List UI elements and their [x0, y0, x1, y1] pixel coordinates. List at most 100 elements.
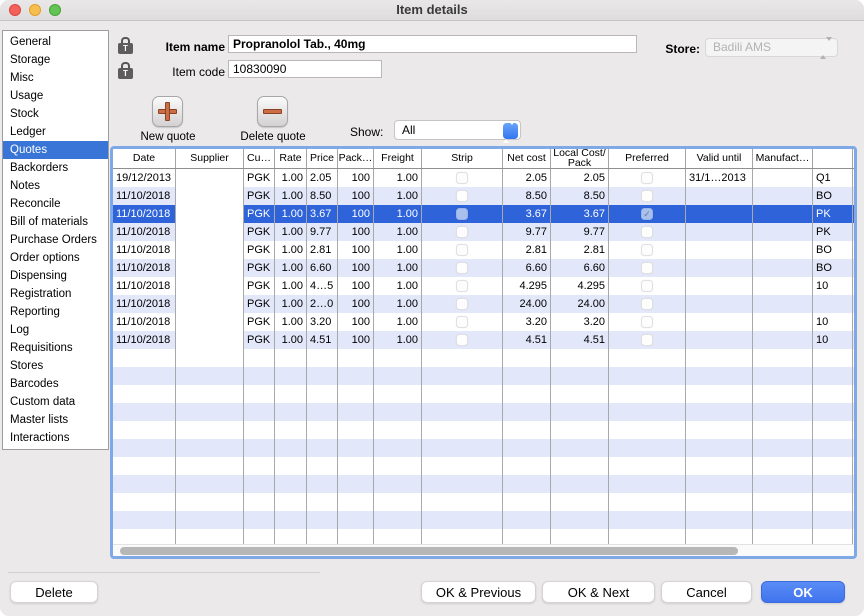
ok-previous-button[interactable]: OK & Previous — [421, 581, 536, 603]
table-row-empty[interactable] — [113, 529, 854, 544]
column-header-date[interactable]: Date — [113, 149, 176, 168]
sidebar-item-usage[interactable]: Usage — [3, 87, 108, 105]
preferred-checkbox[interactable] — [641, 190, 653, 202]
column-header-rate[interactable]: Rate — [275, 149, 307, 168]
sidebar-item-notes[interactable]: Notes — [3, 177, 108, 195]
table-row-empty[interactable] — [113, 457, 854, 475]
sidebar-item-quotes[interactable]: Quotes — [3, 141, 108, 159]
table-row[interactable]: 11/10/2018PGK1.004.511001.004.514.5110 — [113, 331, 854, 349]
preferred-checkbox[interactable] — [641, 298, 653, 310]
zoom-window-button[interactable] — [49, 4, 61, 16]
table-row-empty[interactable] — [113, 367, 854, 385]
table-row-empty[interactable] — [113, 511, 854, 529]
sidebar-item-barcodes[interactable]: Barcodes — [3, 375, 108, 393]
cell-rate — [275, 367, 307, 385]
strip-checkbox[interactable] — [456, 316, 468, 328]
sidebar-item-master-lists[interactable]: Master lists — [3, 411, 108, 429]
sidebar-item-stores[interactable]: Stores — [3, 357, 108, 375]
sidebar-item-interactions[interactable]: Interactions — [3, 429, 108, 447]
sidebar-item-backorders[interactable]: Backorders — [3, 159, 108, 177]
table-row[interactable]: 11/10/2018PGK1.009.771001.009.779.77PK — [113, 223, 854, 241]
table-row-empty[interactable] — [113, 493, 854, 511]
strip-checkbox[interactable] — [456, 334, 468, 346]
strip-checkbox[interactable] — [456, 262, 468, 274]
scrollbar-thumb[interactable] — [120, 547, 738, 555]
column-header-cu[interactable]: Cu… — [244, 149, 275, 168]
delete-quote-button[interactable] — [257, 96, 288, 127]
preferred-checkbox[interactable] — [641, 172, 653, 184]
sidebar-item-stock[interactable]: Stock — [3, 105, 108, 123]
preferred-checkbox[interactable] — [641, 334, 653, 346]
cancel-button[interactable]: Cancel — [661, 581, 752, 603]
table-row-empty[interactable] — [113, 385, 854, 403]
strip-checkbox[interactable] — [456, 190, 468, 202]
sidebar-item-log[interactable]: Log — [3, 321, 108, 339]
column-header-freight[interactable]: Freight — [374, 149, 422, 168]
table-row[interactable]: 11/10/2018PGK1.003.671001.003.673.67✓PK — [113, 205, 854, 223]
preferred-checkbox[interactable] — [641, 262, 653, 274]
column-header-manufacturer[interactable]: Manufact… — [753, 149, 813, 168]
table-row[interactable]: 11/10/2018PGK1.008.501001.008.508.50BO — [113, 187, 854, 205]
table-row[interactable]: 11/10/2018PGK1.002.811001.002.812.81BO — [113, 241, 854, 259]
close-window-button[interactable] — [9, 4, 21, 16]
column-header-supplier[interactable]: Supplier — [176, 149, 244, 168]
sidebar-item-reporting[interactable]: Reporting — [3, 303, 108, 321]
sidebar-item-requisitions[interactable]: Requisitions — [3, 339, 108, 357]
sidebar-item-order-options[interactable]: Order options — [3, 249, 108, 267]
preferred-checkbox[interactable] — [641, 226, 653, 238]
table-row[interactable]: 11/10/2018PGK1.002…01001.0024.0024.00 — [113, 295, 854, 313]
cell-preferred — [609, 259, 686, 277]
table-row[interactable]: 19/12/2013PGK1.002.051001.002.052.0531/1… — [113, 169, 854, 187]
delete-button[interactable]: Delete — [10, 581, 98, 603]
strip-checkbox[interactable] — [456, 226, 468, 238]
table-row-empty[interactable] — [113, 475, 854, 493]
sidebar-item-custom-data[interactable]: Custom data — [3, 393, 108, 411]
strip-checkbox[interactable] — [456, 172, 468, 184]
table-row[interactable]: 11/10/2018PGK1.004…51001.004.2954.29510 — [113, 277, 854, 295]
table-row-empty[interactable] — [113, 439, 854, 457]
column-header-extra[interactable] — [813, 149, 853, 168]
strip-checkbox[interactable] — [456, 208, 468, 220]
column-header-preferred[interactable]: Preferred — [609, 149, 686, 168]
cell-price — [307, 511, 338, 529]
strip-checkbox[interactable] — [456, 280, 468, 292]
preferred-checkbox[interactable]: ✓ — [641, 208, 653, 220]
horizontal-scrollbar[interactable] — [113, 544, 854, 556]
sidebar-item-misc[interactable]: Misc — [3, 69, 108, 87]
column-header-pack[interactable]: Pack… — [338, 149, 374, 168]
item-name-input[interactable] — [228, 35, 637, 53]
sidebar-item-reconcile[interactable]: Reconcile — [3, 195, 108, 213]
table-row-empty[interactable] — [113, 403, 854, 421]
table-row[interactable]: 11/10/2018PGK1.003.201001.003.203.2010 — [113, 313, 854, 331]
new-quote-button[interactable] — [152, 96, 183, 127]
store-select[interactable]: Badili AMS — [705, 38, 838, 57]
strip-checkbox[interactable] — [456, 244, 468, 256]
sidebar-item-ledger[interactable]: Ledger — [3, 123, 108, 141]
sidebar-item-purchase-orders[interactable]: Purchase Orders — [3, 231, 108, 249]
table-row-empty[interactable] — [113, 349, 854, 367]
ok-next-button[interactable]: OK & Next — [542, 581, 655, 603]
column-header-strip[interactable]: Strip — [422, 149, 503, 168]
column-header-local_cost[interactable]: Local Cost/​Pack — [551, 149, 609, 168]
sidebar-item-storage[interactable]: Storage — [3, 51, 108, 69]
strip-checkbox[interactable] — [456, 298, 468, 310]
minimize-window-button[interactable] — [29, 4, 41, 16]
preferred-checkbox[interactable] — [641, 280, 653, 292]
ok-button[interactable]: OK — [761, 581, 845, 603]
cell-strip — [422, 169, 503, 187]
sidebar-item-general[interactable]: General — [3, 33, 108, 51]
sidebar-item-dispensing[interactable]: Dispensing — [3, 267, 108, 285]
sidebar-item-registration[interactable]: Registration — [3, 285, 108, 303]
column-header-price[interactable]: Price — [307, 149, 338, 168]
sidebar-item-bill-of-materials[interactable]: Bill of materials — [3, 213, 108, 231]
preferred-checkbox[interactable] — [641, 316, 653, 328]
cell-manufacturer — [753, 205, 813, 223]
column-header-valid_until[interactable]: Valid until — [686, 149, 753, 168]
table-row-empty[interactable] — [113, 421, 854, 439]
cell-extra: BO — [813, 187, 853, 205]
table-row[interactable]: 11/10/2018PGK1.006.601001.006.606.60BO — [113, 259, 854, 277]
column-header-net_cost[interactable]: Net cost — [503, 149, 551, 168]
preferred-checkbox[interactable] — [641, 244, 653, 256]
item-code-input[interactable] — [228, 60, 382, 78]
show-select[interactable]: All — [394, 120, 521, 140]
